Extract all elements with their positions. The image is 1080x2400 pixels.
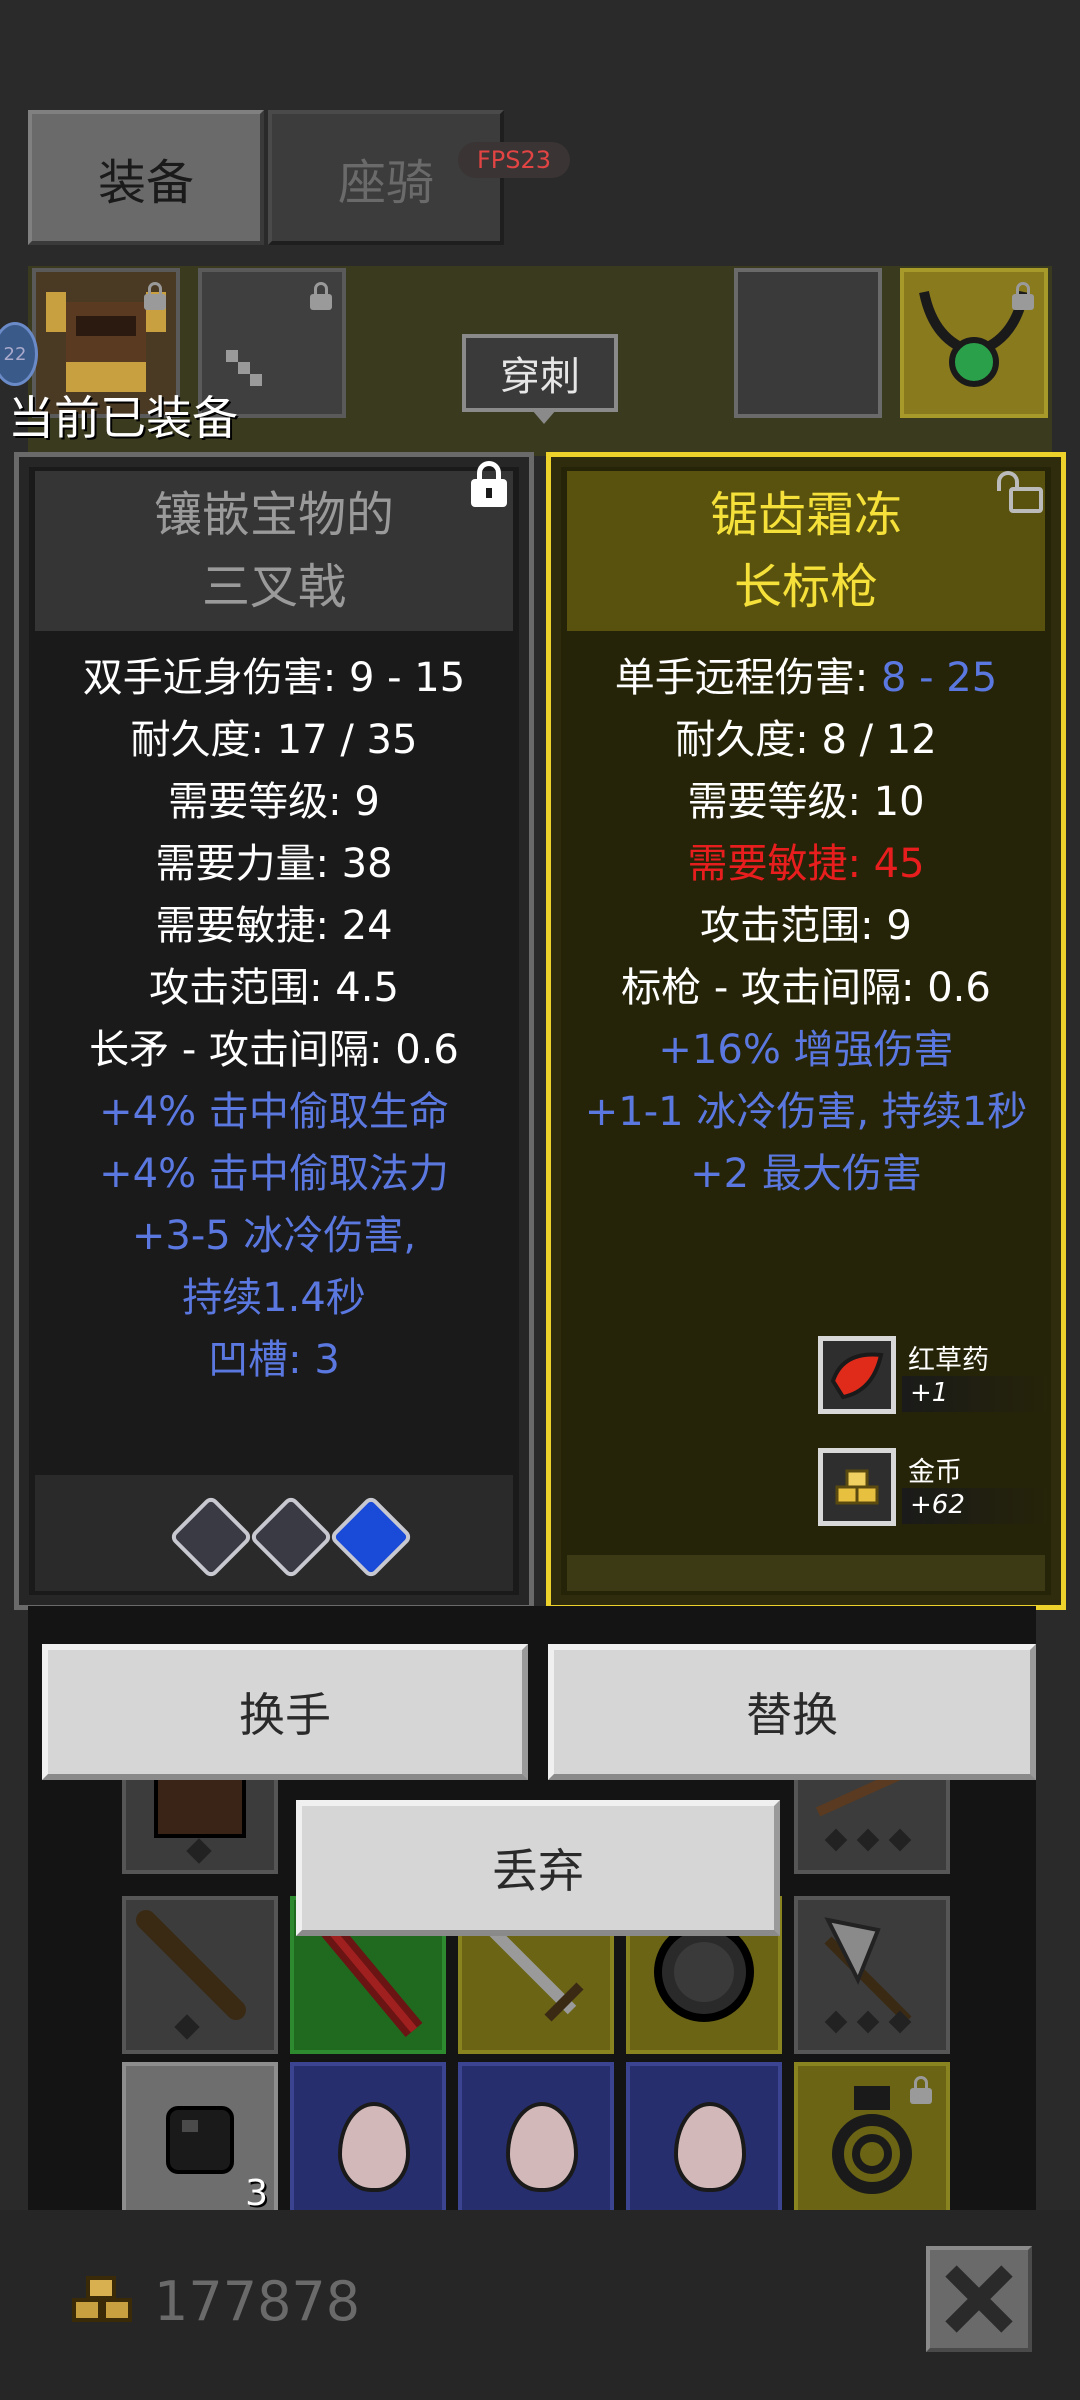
loot-notification: 金币 +62 [818, 1448, 1052, 1526]
egg-icon [506, 2102, 578, 2192]
stat-line: 需要力量: 38 [155, 841, 393, 887]
lock-icon[interactable] [471, 461, 507, 507]
stat-line: 标枪 - 攻击间隔: 0.6 [621, 965, 991, 1011]
unmet-requirement-line: 需要敏捷: 45 [687, 841, 925, 887]
stat-line: 需要等级: 10 [687, 779, 925, 825]
compare-item-card: 锯齿霜冻 长标枪 单手远程伤害: 8 - 25 耐久度: 8 / 12 需要等级… [546, 452, 1066, 1610]
lock-icon [910, 2076, 932, 2104]
magic-stat-line: +1-1 冰冷伤害, 持续1秒 [584, 1089, 1028, 1135]
magic-stat-line: +4% 击中偷取法力 [99, 1151, 449, 1197]
stat-line: 耐久度: 17 / 35 [130, 717, 418, 763]
silver-gem-icon [248, 1494, 334, 1580]
blue-gem-icon [328, 1494, 414, 1580]
damage-value: 8 - 25 [880, 655, 998, 701]
equipped-item-card: 镶嵌宝物的 三叉戟 双手近身伤害: 9 - 15 耐久度: 17 / 35 需要… [14, 452, 534, 1610]
loot-amount: +1 [910, 1378, 949, 1408]
magic-stat-line: +3-5 冰冷伤害, [131, 1213, 417, 1259]
inventory-slot-egg[interactable] [458, 2062, 614, 2220]
stack-count: 3 [245, 2173, 268, 2214]
damage-label: 单手远程伤害: [614, 655, 881, 701]
replace-button[interactable]: 替换 [548, 1644, 1036, 1780]
silver-gem-icon [168, 1494, 254, 1580]
inventory-slot-ore[interactable]: 3 [122, 2062, 278, 2220]
gold-amount: 177878 [154, 2270, 361, 2333]
red-herb-icon [818, 1336, 896, 1414]
drop-button[interactable]: 丢弃 [296, 1800, 780, 1936]
magic-stat-line: 持续1.4秒 [182, 1275, 366, 1321]
magic-stat-line: +16% 增强伤害 [658, 1027, 954, 1073]
inventory-slot-battle-axe[interactable] [794, 1896, 950, 2054]
battle-axe-icon [824, 1917, 912, 2034]
equip-slot-empty[interactable] [734, 268, 882, 418]
stat-line: 长矛 - 攻击间隔: 0.6 [89, 1027, 459, 1073]
equipped-item-stats: 双手近身伤害: 9 - 15 耐久度: 17 / 35 需要等级: 9 需要力量… [19, 647, 529, 1391]
wooden-club-icon [136, 1910, 246, 2040]
item-name-line1: 锯齿霜冻 [709, 487, 902, 543]
item-name-line1: 镶嵌宝物的 [153, 487, 394, 543]
magic-stat-line: 凹槽: 3 [208, 1337, 340, 1383]
stat-line: 攻击范围: 4.5 [149, 965, 399, 1011]
tab-equipment[interactable]: 装备 [28, 110, 264, 245]
tab-mount[interactable]: 座骑 [268, 110, 504, 245]
inventory-slot-egg[interactable] [290, 2062, 446, 2220]
compare-card-footer [567, 1555, 1045, 1591]
fps-badge: FPS23 [458, 142, 570, 178]
item-name-line2: 三叉戟 [201, 559, 346, 615]
item-name-line2: 长标枪 [733, 559, 878, 615]
inventory-slot-club[interactable] [122, 1896, 278, 2054]
gold-coins-icon [72, 2276, 132, 2322]
loot-notification: 红草药 +1 [818, 1336, 1052, 1414]
compare-item-title: 锯齿霜冻 长标枪 [567, 471, 1045, 631]
stat-line: 需要等级: 9 [168, 779, 380, 825]
lock-icon [1012, 282, 1034, 310]
close-icon [945, 2265, 1013, 2333]
magic-stat-line: +2 最大伤害 [690, 1151, 922, 1197]
equip-slot-amulet[interactable] [900, 268, 1048, 418]
equipped-item-title: 镶嵌宝物的 三叉戟 [35, 471, 513, 631]
magic-stat-line: +4% 击中偷取生命 [99, 1089, 449, 1135]
compare-item-stats: 单手远程伤害: 8 - 25 耐久度: 8 / 12 需要等级: 10 需要敏捷… [551, 647, 1061, 1205]
close-button[interactable] [926, 2246, 1032, 2352]
stat-line: 耐久度: 8 / 12 [675, 717, 937, 763]
stat-line: 双手近身伤害: 9 - 15 [82, 655, 466, 701]
inventory-slot-egg[interactable] [626, 2062, 782, 2220]
loot-amount: +62 [910, 1490, 965, 1520]
skill-tag-pierce: 穿刺 [462, 334, 618, 424]
stat-line: 需要敏捷: 24 [155, 903, 393, 949]
unlocked-lock-icon[interactable] [997, 471, 1043, 513]
damage-line: 单手远程伤害: 8 - 25 [551, 647, 1061, 709]
currently-equipped-label: 当前已装备 [8, 391, 238, 445]
socket-row [35, 1475, 513, 1591]
swap-hands-button[interactable]: 换手 [42, 1644, 528, 1780]
inventory-slot-amulet[interactable] [794, 2062, 950, 2220]
lock-icon [144, 282, 166, 310]
loot-name: 红草药 [908, 1345, 989, 1376]
egg-icon [674, 2102, 746, 2192]
stat-line: 攻击范围: 9 [700, 903, 912, 949]
egg-icon [338, 2102, 410, 2192]
lock-icon [310, 282, 332, 310]
gold-coins-icon [818, 1448, 896, 1526]
loot-name: 金币 [908, 1457, 962, 1488]
